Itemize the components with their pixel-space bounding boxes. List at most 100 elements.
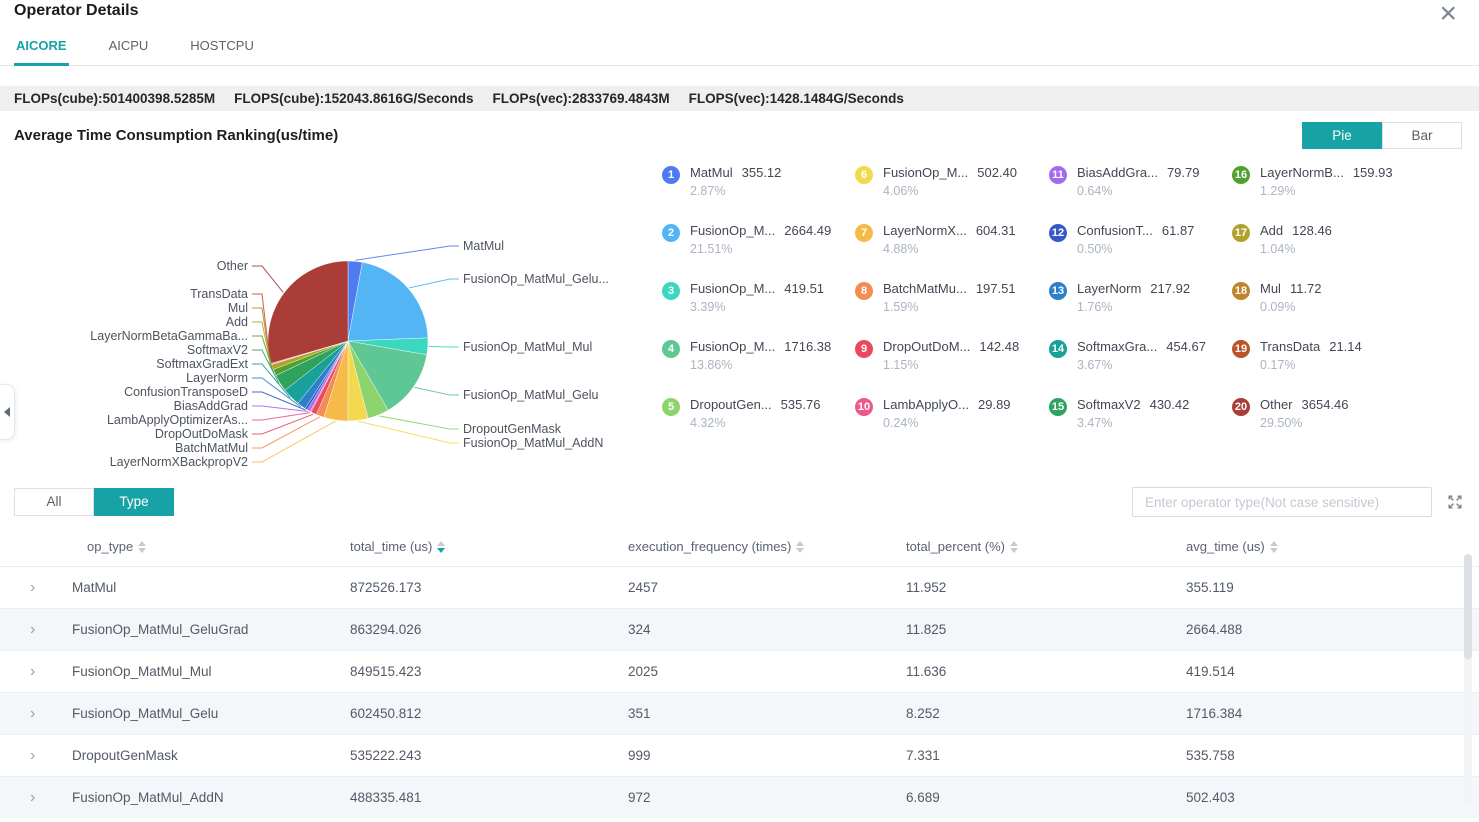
cell-total_percent: 6.689 (906, 790, 1186, 805)
tab-aicpu[interactable]: AICPU (107, 32, 151, 65)
table-row-FusionOp_MatMul_Mul[interactable]: ›FusionOp_MatMul_Mul849515.423202511.636… (0, 650, 1479, 692)
row-expand-icon[interactable]: › (30, 579, 35, 596)
search-input[interactable] (1132, 487, 1432, 517)
legend-item-1[interactable]: 1MatMul355.122.87% (662, 165, 855, 223)
legend-item-20[interactable]: 20Other3654.4629.50% (1232, 397, 1450, 455)
legend-percent: 21.51% (690, 242, 831, 256)
legend-item-19[interactable]: 19TransData21.140.17% (1232, 339, 1450, 397)
cell-total_time: 849515.423 (350, 664, 628, 679)
legend-rank-badge: 2 (662, 224, 680, 242)
legend-label: FusionOp_M...419.51 (690, 281, 824, 296)
legend-item-2[interactable]: 2FusionOp_M...2664.4921.51% (662, 223, 855, 281)
legend-percent: 2.87% (690, 184, 781, 198)
panel-collapse-handle[interactable] (0, 384, 15, 440)
legend-rank-badge: 11 (1049, 166, 1067, 184)
legend-item-17[interactable]: 17Add128.461.04% (1232, 223, 1450, 281)
bar-view-button[interactable]: Bar (1382, 122, 1462, 149)
legend-rank-badge: 20 (1232, 398, 1250, 416)
chart-title: Average Time Consumption Ranking(us/time… (14, 127, 338, 144)
column-label: total_time (us) (350, 539, 432, 554)
column-header-total_time_us[interactable]: total_time (us) (350, 539, 628, 554)
row-expand-icon[interactable]: › (30, 663, 35, 680)
fullscreen-expand-icon[interactable] (1447, 494, 1463, 510)
legend-item-8[interactable]: 8BatchMatMu...197.511.59% (855, 281, 1049, 339)
table-row-FusionOp_MatMul_GeluGrad[interactable]: ›FusionOp_MatMul_GeluGrad863294.02632411… (0, 608, 1479, 650)
table-row-FusionOp_MatMul_AddN[interactable]: ›FusionOp_MatMul_AddN488335.4819726.6895… (0, 776, 1479, 818)
tab-aicore[interactable]: AICORE (14, 32, 69, 65)
cell-op_type: FusionOp_MatMul_Gelu (72, 706, 350, 721)
pie-slice-label: LayerNorm (186, 371, 248, 385)
cell-op_type: FusionOp_MatMul_AddN (72, 790, 350, 805)
legend-item-4[interactable]: 4FusionOp_M...1716.3813.86% (662, 339, 855, 397)
legend-item-7[interactable]: 7LayerNormX...604.314.88% (855, 223, 1049, 281)
legend-item-18[interactable]: 18Mul11.720.09% (1232, 281, 1450, 339)
sort-carets-icon[interactable] (1010, 541, 1018, 553)
legend-item-11[interactable]: 11BiasAddGra...79.790.64% (1049, 165, 1232, 223)
pie-label-line (414, 387, 459, 395)
table-row-FusionOp_MatMul_Gelu[interactable]: ›FusionOp_MatMul_Gelu602450.8123518.2521… (0, 692, 1479, 734)
cell-total_time: 488335.481 (350, 790, 628, 805)
cell-avg_time: 502.403 (1186, 790, 1479, 805)
legend-label: SoftmaxV2430.42 (1077, 397, 1189, 412)
legend-item-10[interactable]: 10LambApplyO...29.890.24% (855, 397, 1049, 455)
legend-label: ConfusionT...61.87 (1077, 223, 1194, 238)
pie-slice-label: FusionOp_MatMul_AddN (463, 436, 603, 450)
legend-percent: 13.86% (690, 358, 831, 372)
legend-item-12[interactable]: 12ConfusionT...61.870.50% (1049, 223, 1232, 281)
collapse-arrow-icon (4, 407, 10, 417)
sort-carets-icon[interactable] (1270, 541, 1278, 553)
pie-label-line (379, 416, 459, 429)
legend-label: BiasAddGra...79.79 (1077, 165, 1199, 180)
table-scrollbar[interactable] (1464, 554, 1472, 806)
legend-percent: 0.09% (1260, 300, 1322, 314)
legend-label: BatchMatMu...197.51 (883, 281, 1016, 296)
cell-total_time: 863294.026 (350, 622, 628, 637)
column-header-execution_frequency_times[interactable]: execution_frequency (times) (628, 539, 906, 554)
scrollbar-thumb[interactable] (1464, 554, 1472, 659)
row-expand-icon[interactable]: › (30, 621, 35, 638)
legend-percent: 3.67% (1077, 358, 1206, 372)
legend-item-15[interactable]: 15SoftmaxV2430.423.47% (1049, 397, 1232, 455)
tab-hostcpu[interactable]: HOSTCPU (188, 32, 256, 65)
pie-slice-label: TransData (190, 287, 248, 301)
row-expand-icon[interactable]: › (30, 789, 35, 806)
legend-rank-badge: 10 (855, 398, 873, 416)
filter-row: AllType (0, 487, 1479, 517)
chart-legend: 1MatMul355.122.87%2FusionOp_M...2664.492… (662, 165, 1450, 455)
sort-carets-icon[interactable] (138, 541, 146, 553)
legend-item-16[interactable]: 16LayerNormB...159.931.29% (1232, 165, 1450, 223)
legend-label: LayerNorm217.92 (1077, 281, 1190, 296)
legend-rank-badge: 14 (1049, 340, 1067, 358)
cell-total_percent: 11.952 (906, 580, 1186, 595)
legend-label: LayerNormB...159.93 (1260, 165, 1393, 180)
pie-slice-label: LayerNormXBackpropV2 (110, 455, 248, 469)
table-row-DropoutGenMask[interactable]: ›DropoutGenMask535222.2439997.331535.758 (0, 734, 1479, 776)
row-expand-icon[interactable]: › (30, 747, 35, 764)
legend-rank-badge: 3 (662, 282, 680, 300)
filter-type-button[interactable]: Type (94, 488, 174, 516)
stat-item: FLOPS(vec):1428.1484G/Seconds (689, 91, 904, 106)
sort-carets-icon[interactable] (796, 541, 804, 553)
table-row-MatMul[interactable]: ›MatMul872526.173245711.952355.119 (0, 566, 1479, 608)
close-icon[interactable]: × (1439, 2, 1457, 26)
sort-carets-icon[interactable] (437, 541, 445, 553)
row-expand-icon[interactable]: › (30, 705, 35, 722)
legend-label: TransData21.14 (1260, 339, 1362, 354)
legend-percent: 1.76% (1077, 300, 1190, 314)
legend-item-6[interactable]: 6FusionOp_M...502.404.06% (855, 165, 1049, 223)
legend-item-14[interactable]: 14SoftmaxGra...454.673.67% (1049, 339, 1232, 397)
legend-item-9[interactable]: 9DropOutDoM...142.481.15% (855, 339, 1049, 397)
column-header-total_percent[interactable]: total_percent (%) (906, 539, 1186, 554)
cell-avg_time: 355.119 (1186, 580, 1479, 595)
pie-label-line (409, 279, 459, 288)
filter-all-button[interactable]: All (14, 488, 94, 516)
legend-item-13[interactable]: 13LayerNorm217.921.76% (1049, 281, 1232, 339)
legend-item-5[interactable]: 5DropoutGen...535.764.32% (662, 397, 855, 455)
cell-total_percent: 7.331 (906, 748, 1186, 763)
column-header-avg_time_us[interactable]: avg_time (us) (1186, 539, 1479, 554)
cell-total_time: 602450.812 (350, 706, 628, 721)
legend-item-3[interactable]: 3FusionOp_M...419.513.39% (662, 281, 855, 339)
column-header-op_type[interactable]: op_type (72, 539, 350, 554)
legend-label: Other3654.46 (1260, 397, 1349, 412)
pie-view-button[interactable]: Pie (1302, 122, 1382, 149)
